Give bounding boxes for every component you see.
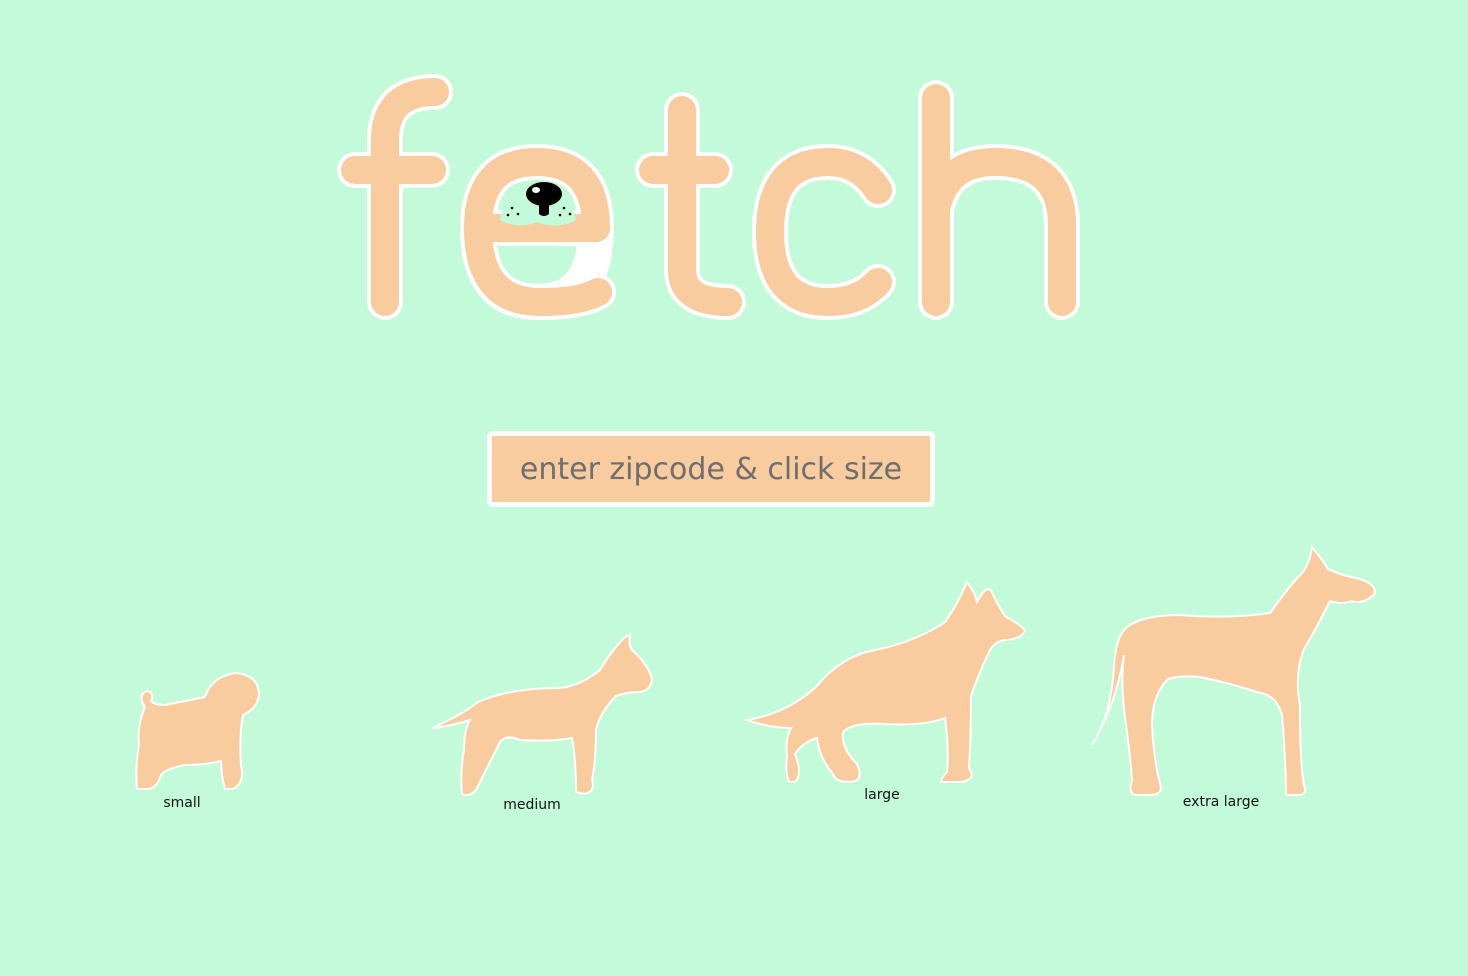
zipcode-input[interactable] bbox=[492, 436, 930, 502]
size-option-small[interactable] bbox=[125, 665, 270, 795]
page: small medium large extra large bbox=[0, 0, 1468, 976]
size-label-large: large bbox=[864, 787, 900, 803]
logo-letters bbox=[337, 74, 1080, 320]
size-label-extra-large: extra large bbox=[1182, 794, 1260, 810]
size-label-small: small bbox=[163, 795, 201, 811]
size-option-large[interactable] bbox=[743, 578, 1030, 788]
large-dog-icon bbox=[743, 580, 1027, 784]
size-label-medium: medium bbox=[503, 797, 561, 813]
medium-dog-icon bbox=[431, 631, 654, 797]
size-option-medium[interactable] bbox=[430, 630, 655, 800]
zipcode-box bbox=[487, 431, 935, 507]
fetch-logo bbox=[337, 74, 1080, 320]
small-dog-icon bbox=[135, 671, 261, 790]
extra-large-dog-icon bbox=[1091, 544, 1376, 796]
size-option-extra-large[interactable] bbox=[1090, 544, 1380, 800]
